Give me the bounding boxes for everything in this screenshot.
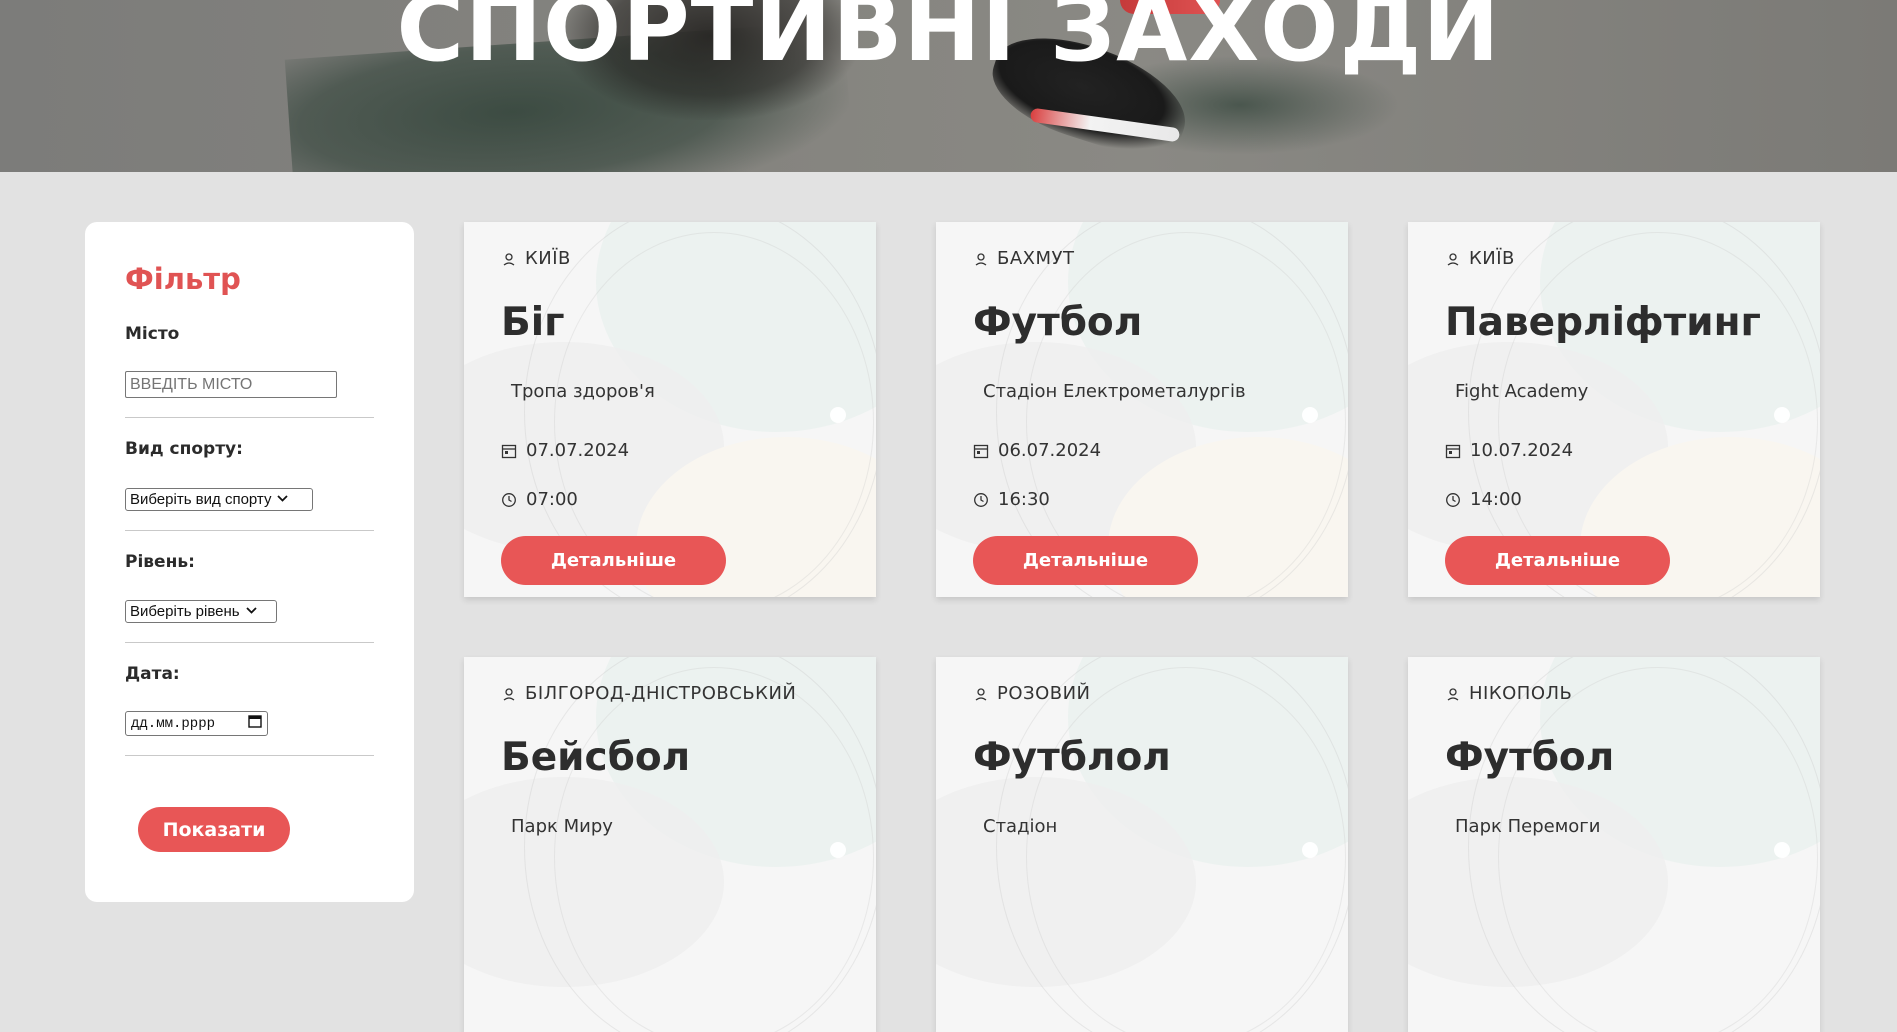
event-time: 07:00 (501, 489, 578, 510)
date-input[interactable]: дд.мм.рррр (125, 711, 268, 736)
calendar-icon (1445, 443, 1461, 459)
calendar-icon[interactable] (248, 714, 262, 733)
date-input-placeholder: дд.мм.рррр (131, 715, 216, 732)
calendar-icon (501, 443, 517, 459)
event-time-value: 07:00 (526, 489, 578, 510)
filter-divider (125, 417, 374, 418)
event-city-label: КИЇВ (1469, 248, 1515, 269)
card-decoration (1498, 667, 1818, 1032)
event-title: Паверліфтинг (1445, 300, 1761, 345)
page-title: СПОРТИВНІ ЗАХОДИ (396, 0, 1501, 82)
location-pin-icon (973, 686, 989, 702)
event-date-value: 10.07.2024 (1470, 440, 1574, 461)
event-time-value: 16:30 (998, 489, 1050, 510)
location-pin-icon (501, 251, 517, 267)
filter-divider (125, 642, 374, 643)
event-card: БІЛГОРОД-ДНІСТРОВСЬКИЙ Бейсбол Парк Миру (464, 657, 876, 1032)
event-place: Тропа здоров'я (511, 381, 655, 402)
event-card: РОЗОВИЙ Футблол Стадіон (936, 657, 1348, 1032)
event-city-label: БІЛГОРОД-ДНІСТРОВСЬКИЙ (525, 683, 797, 704)
details-button[interactable]: Детальніше (973, 536, 1198, 585)
clock-icon (973, 492, 989, 508)
filter-divider (125, 530, 374, 531)
event-place: Парк Перемоги (1455, 816, 1601, 837)
event-title: Футблол (973, 735, 1171, 780)
location-pin-icon (501, 686, 517, 702)
card-decoration (830, 407, 846, 423)
level-label: Рівень: (125, 552, 195, 572)
card-decoration (1302, 842, 1318, 858)
event-city: БАХМУТ (973, 248, 1075, 269)
card-decoration (1774, 407, 1790, 423)
card-decoration (1774, 842, 1790, 858)
event-city-label: БАХМУТ (997, 248, 1075, 269)
event-date-value: 07.07.2024 (526, 440, 630, 461)
filter-title: Фільтр (125, 262, 241, 296)
details-button[interactable]: Детальніше (1445, 536, 1670, 585)
event-date-value: 06.07.2024 (998, 440, 1102, 461)
event-time: 16:30 (973, 489, 1050, 510)
chevron-down-icon (277, 494, 289, 505)
hero-banner: СПОРТИВНІ ЗАХОДИ (0, 0, 1897, 172)
sport-select-value: Виберіть вид спорту (130, 491, 272, 508)
event-title: Бейсбол (501, 735, 691, 780)
sport-select[interactable]: Виберіть вид спорту (125, 488, 313, 511)
card-decoration (830, 842, 846, 858)
event-title: Біг (501, 300, 565, 345)
clock-icon (501, 492, 517, 508)
date-label: Дата: (125, 664, 180, 684)
event-date: 07.07.2024 (501, 440, 629, 461)
event-city: КИЇВ (1445, 248, 1515, 269)
card-decoration (554, 667, 874, 1032)
level-select[interactable]: Виберіть рівень (125, 600, 277, 623)
event-card: НІКОПОЛЬ Футбол Парк Перемоги (1408, 657, 1820, 1032)
location-pin-icon (1445, 686, 1461, 702)
location-pin-icon (973, 251, 989, 267)
event-city-label: РОЗОВИЙ (997, 683, 1091, 704)
event-time: 14:00 (1445, 489, 1522, 510)
details-button[interactable]: Детальніше (501, 536, 726, 585)
event-date: 06.07.2024 (973, 440, 1101, 461)
event-date: 10.07.2024 (1445, 440, 1573, 461)
event-city: КИЇВ (501, 248, 571, 269)
filter-divider (125, 755, 374, 756)
calendar-icon (973, 443, 989, 459)
event-place: Стадіон (983, 816, 1058, 837)
sport-label: Вид спорту: (125, 439, 243, 459)
event-city: БІЛГОРОД-ДНІСТРОВСЬКИЙ (501, 683, 796, 704)
filter-panel: Фільтр Місто Вид спорту: Виберіть вид сп… (85, 222, 414, 902)
clock-icon (1445, 492, 1461, 508)
level-select-value: Виберіть рівень (130, 603, 240, 620)
event-city: НІКОПОЛЬ (1445, 683, 1572, 704)
card-decoration (1026, 667, 1346, 1032)
event-place: Парк Миру (511, 816, 613, 837)
event-title: Футбол (973, 300, 1143, 345)
city-label: Місто (125, 324, 180, 344)
event-city-label: КИЇВ (525, 248, 571, 269)
show-button[interactable]: Показати (138, 807, 290, 852)
event-city-label: НІКОПОЛЬ (1469, 683, 1573, 704)
event-time-value: 14:00 (1470, 489, 1522, 510)
event-title: Футбол (1445, 735, 1615, 780)
event-card: БАХМУТ Футбол Стадіон Електрометалургів … (936, 222, 1348, 597)
chevron-down-icon (245, 606, 257, 617)
event-card: КИЇВ Біг Тропа здоров'я 07.07.2024 07:00… (464, 222, 876, 597)
event-place: Стадіон Електрометалургів (983, 381, 1246, 402)
city-input[interactable] (125, 371, 337, 398)
event-city: РОЗОВИЙ (973, 683, 1091, 704)
event-card: КИЇВ Паверліфтинг Fight Academy 10.07.20… (1408, 222, 1820, 597)
card-decoration (1302, 407, 1318, 423)
location-pin-icon (1445, 251, 1461, 267)
event-place: Fight Academy (1455, 381, 1589, 402)
